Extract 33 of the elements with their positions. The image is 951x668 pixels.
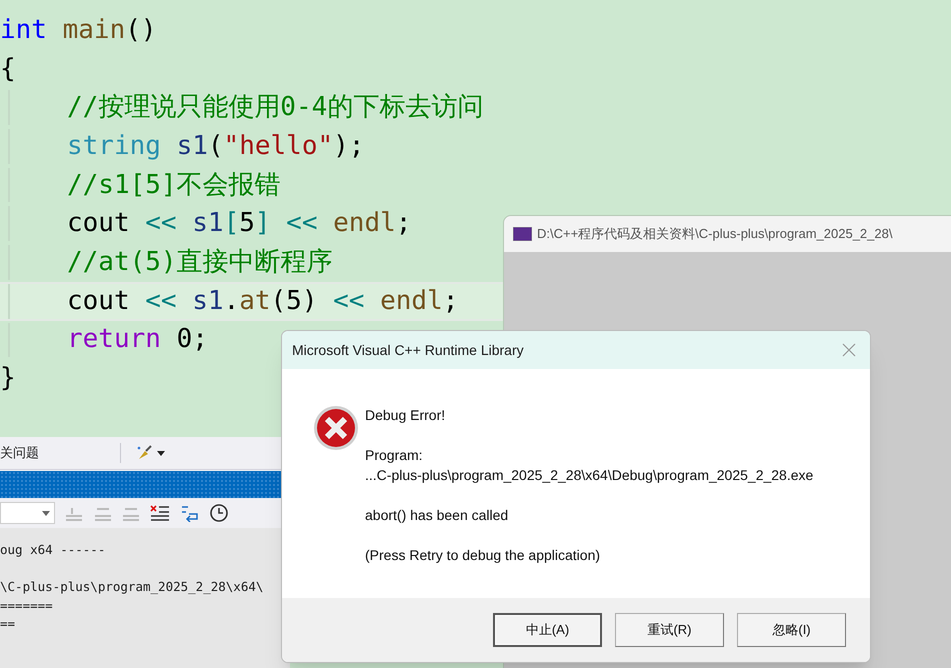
code-line: { [0,52,16,86]
code-line: //s1[5]不会报错 [67,168,281,202]
dropdown-field[interactable] [0,502,55,524]
clear-all-icon[interactable] [149,504,171,522]
code-line: } [0,362,16,396]
close-icon[interactable] [842,343,856,357]
clock-icon[interactable] [209,503,229,523]
error-icon [313,405,359,451]
code-line: string s1("hello"); [67,130,364,163]
code-line: //at(5)直接中断程序 [67,246,333,279]
code-line: //按理说只能使用0-4的下标去访问 [67,91,484,124]
console-app-icon [513,227,532,241]
dialog-button[interactable]: 重试(R) [615,613,724,647]
code-line: return 0; [67,323,208,356]
dialog-title: Microsoft Visual C++ Runtime Library [292,340,524,360]
program-label: Program: [365,446,424,465]
error-heading: Debug Error! [365,406,446,425]
output-line: oug x64 ------ [0,541,106,559]
word-wrap-icon[interactable] [179,504,201,522]
dialog-button[interactable]: 中止(A) [493,613,602,647]
program-path: ...C-plus-plus\program_2025_2_28\x64\Debug\program_2025_2_28.exe [365,466,814,485]
output-line: == [0,615,16,633]
caret-icon [42,510,50,516]
window-title: D:\C++程序代码及相关资料\C-plus-plus\program_2025_2_28\ [537,225,892,244]
output-line: ======= [0,596,54,614]
error-message: abort() has been called [365,506,510,525]
output-line: \C-plus-plus\program_2025_2_28\x64\ [0,578,264,596]
dialog-button[interactable]: 忽略(I) [737,613,846,647]
code-line: int main() [0,14,157,47]
hint-text: (Press Retry to debug the application) [365,546,602,565]
code-line: cout << s1.at(5) << endl; [67,284,458,318]
code-line: cout << s1[5] << endl; [67,207,412,240]
broom-icon[interactable] [136,445,166,461]
